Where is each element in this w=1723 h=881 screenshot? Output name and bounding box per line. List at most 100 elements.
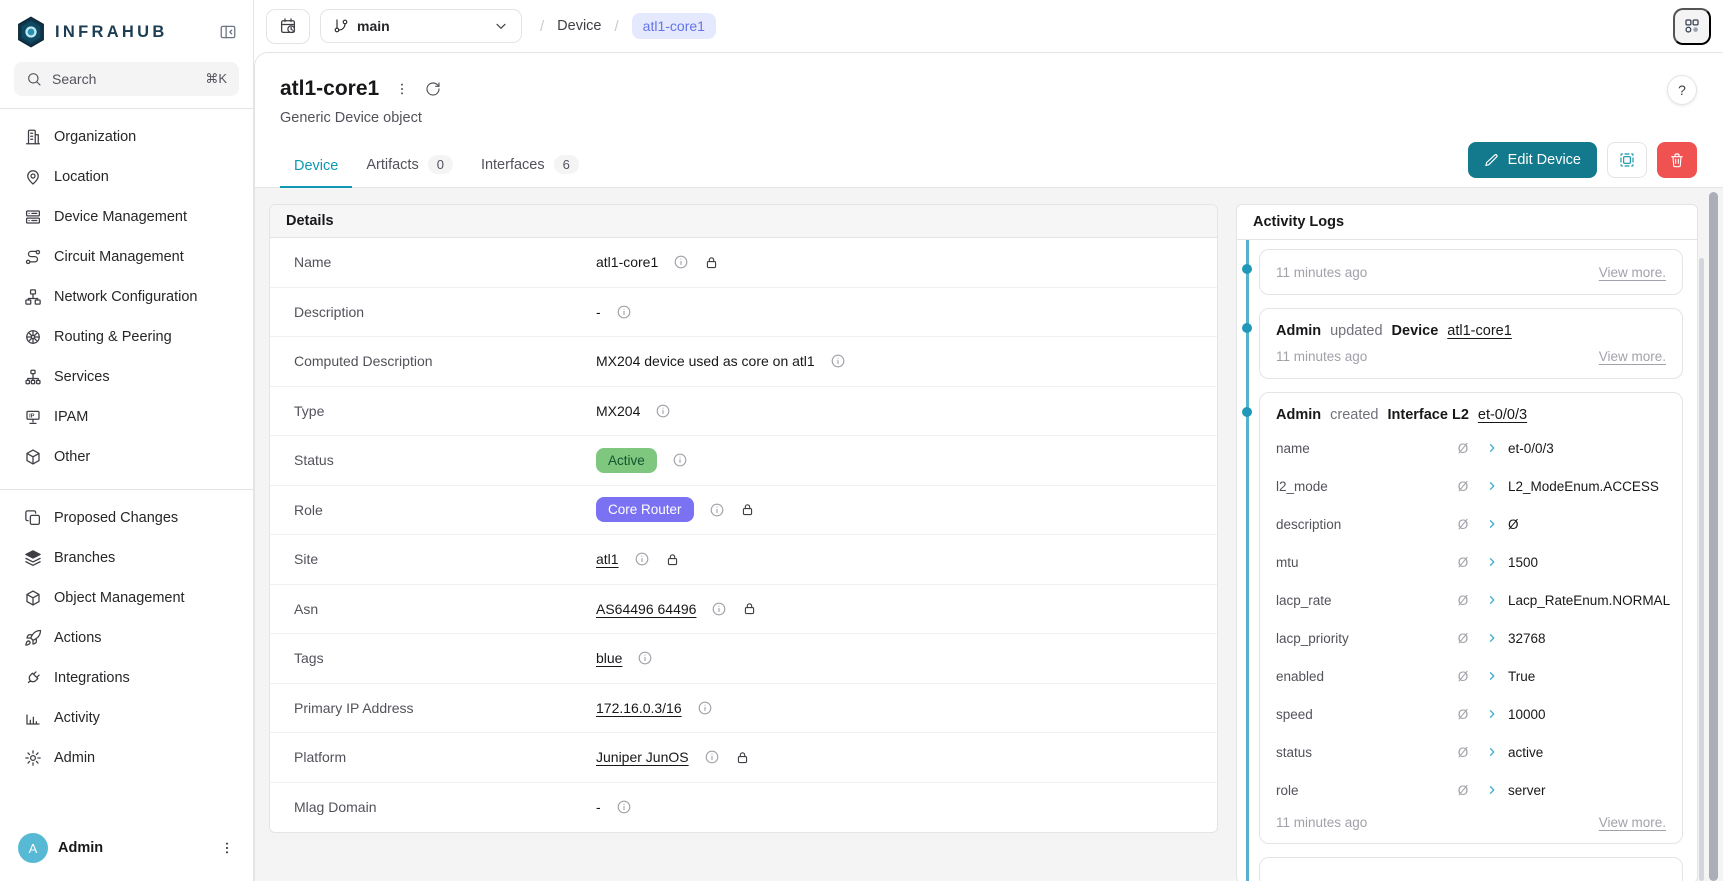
sidebar-item-network-configuration[interactable]: Network Configuration [14,277,239,317]
sidebar-item-device-management[interactable]: Device Management [14,197,239,237]
sidebar-item-routing-peering[interactable]: Routing & Peering [14,317,239,357]
tag-link[interactable]: blue [596,650,622,666]
sidebar-item-label: Proposed Changes [54,510,178,526]
entry-object-link[interactable]: et-0/0/3 [1478,407,1527,423]
sidebar-item-activity[interactable]: Activity [14,698,239,738]
edit-device-button[interactable]: Edit Device [1468,142,1597,178]
title-menu-button[interactable] [394,81,410,97]
primary-ip-link[interactable]: 172.16.0.3/16 [596,700,682,716]
activity-scrollbar[interactable] [1699,258,1704,881]
sidebar-item-ipam[interactable]: IP IPAM [14,397,239,437]
sidebar-collapse-button[interactable] [219,23,237,41]
info-icon[interactable] [711,601,727,617]
timeline-dot [1242,407,1252,417]
entry-time: 11 minutes ago [1276,349,1367,364]
tab-label: Device [294,158,338,174]
info-icon[interactable] [672,452,688,468]
copy-swap-icon [24,509,42,527]
time-travel-button[interactable] [266,9,310,44]
branch-selector[interactable]: main [320,9,522,43]
sidebar-item-branches[interactable]: Branches [14,538,239,578]
info-icon[interactable] [616,799,632,815]
chevron-right-icon [1476,556,1508,568]
property-name: description [1276,517,1450,532]
property-name: status [1276,745,1450,760]
property-old-value: Ø [1450,783,1476,798]
breadcrumb: / Device / atl1-core1 [540,13,716,39]
view-more-link[interactable]: View more. [1599,265,1666,280]
sidebar-item-actions[interactable]: Actions [14,618,239,658]
delete-button[interactable] [1657,142,1697,178]
detail-row-primary-ip: Primary IP Address 172.16.0.3/16 [270,684,1217,734]
sidebar-item-label: Circuit Management [54,249,184,265]
platform-link[interactable]: Juniper JunOS [596,749,689,765]
sidebar-item-label: Admin [54,750,95,766]
user-menu-button[interactable] [219,840,235,856]
help-button[interactable]: ? [1667,75,1697,105]
sidebar-item-label: Routing & Peering [54,329,172,345]
detail-label: Type [294,403,596,419]
tab-artifacts[interactable]: Artifacts 0 [352,145,467,187]
sidebar-item-location[interactable]: Location [14,157,239,197]
topbar-right [1673,8,1711,45]
info-icon[interactable] [634,551,650,567]
sidebar-item-other[interactable]: Other [14,437,239,477]
property-new-value: 10000 [1508,707,1666,722]
search-input[interactable]: Search ⌘K [14,62,239,96]
entry-object-link[interactable]: atl1-core1 [1447,323,1511,339]
property-new-value: et-0/0/3 [1508,441,1666,456]
search-shortcut: ⌘K [205,71,227,87]
sidebar-item-admin[interactable]: Admin [14,738,239,778]
details-panel: Details Name atl1-core1 Description - [269,204,1218,833]
search-placeholder: Search [52,71,96,87]
property-old-value: Ø [1450,593,1476,608]
refresh-button[interactable] [425,81,441,97]
breadcrumb-current[interactable]: atl1-core1 [632,13,716,39]
detail-row-description: Description - [270,288,1217,338]
schema-workflow-button[interactable] [1673,8,1711,45]
detail-row-mlag-domain: Mlag Domain - [270,783,1217,833]
view-more-link[interactable]: View more. [1599,349,1666,364]
tab-device[interactable]: Device [280,148,352,188]
tab-interfaces[interactable]: Interfaces 6 [467,145,593,187]
property-new-value: Ø [1508,517,1666,532]
manage-groups-button[interactable] [1607,142,1647,178]
sidebar-item-object-management[interactable]: Object Management [14,578,239,618]
view-more-link[interactable]: View more. [1599,815,1666,830]
info-icon[interactable] [637,650,653,666]
property-old-value: Ø [1450,745,1476,760]
plug-icon [24,669,42,687]
site-link[interactable]: atl1 [596,551,619,567]
entry-action: created [1330,407,1378,423]
property-new-value: Lacp_RateEnum.NORMAL [1508,593,1666,608]
property-new-value: L2_ModeEnum.ACCESS [1508,479,1666,494]
details-panel-title: Details [270,205,1217,238]
info-icon[interactable] [704,749,720,765]
info-icon[interactable] [697,700,713,716]
property-new-value: 1500 [1508,555,1666,570]
sidebar-nav-secondary: Proposed Changes Branches Object Managem… [14,498,239,778]
info-icon[interactable] [830,353,846,369]
sidebar-item-services[interactable]: Services [14,357,239,397]
avatar: A [18,833,48,863]
activity-logs-panel: Activity Logs 11 minutes ago View more. [1236,204,1698,881]
sidebar-item-integrations[interactable]: Integrations [14,658,239,698]
entry-time: 11 minutes ago [1276,815,1367,830]
breadcrumb-section[interactable]: Device [557,18,601,34]
workflow-icon [1683,17,1701,35]
sidebar-item-organization[interactable]: Organization [14,117,239,157]
info-icon[interactable] [709,502,725,518]
window-scrollbar[interactable] [1709,192,1718,881]
sidebar-item-circuit-management[interactable]: Circuit Management [14,237,239,277]
property-row: description Ø Ø [1276,505,1666,543]
sidebar-item-proposed-changes[interactable]: Proposed Changes [14,498,239,538]
branch-name: main [357,18,390,34]
property-row: l2_mode Ø L2_ModeEnum.ACCESS [1276,467,1666,505]
info-icon[interactable] [673,254,689,270]
asn-link[interactable]: AS64496 64496 [596,601,696,617]
detail-label: Computed Description [294,353,596,369]
info-icon[interactable] [616,304,632,320]
detail-row-asn: Asn AS64496 64496 [270,585,1217,635]
info-icon[interactable] [655,403,671,419]
main: main / Device / atl1-core1 atl1-core1 [254,0,1723,881]
